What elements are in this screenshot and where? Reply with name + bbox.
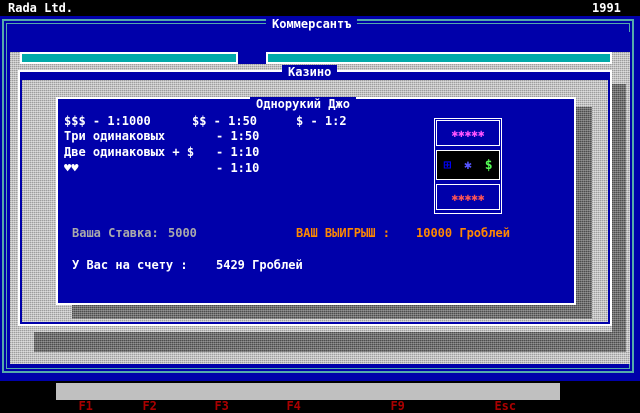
teal-panel-left bbox=[20, 52, 238, 64]
main-window-title: Коммерсантъ bbox=[266, 17, 358, 31]
reel-row-bottom: ✱✱✱✱✱ bbox=[436, 184, 500, 210]
main-window-header-strip bbox=[10, 32, 630, 52]
reel-symbol-right: $ bbox=[484, 157, 493, 173]
teal-panel-gap bbox=[238, 52, 266, 64]
reel-symbol-center: ✱ bbox=[464, 157, 472, 173]
menu-item-exchange[interactable]: F3-Биржа bbox=[200, 385, 272, 413]
menu-label-secretary: -Секретарь bbox=[404, 399, 478, 413]
teal-panel-right bbox=[266, 52, 612, 64]
menu-label-economy: -Хозяйство bbox=[300, 399, 374, 413]
menu-item-economy[interactable]: F4-Хозяйство bbox=[272, 385, 373, 413]
account-label: У Вас на счету : bbox=[72, 258, 188, 272]
payout-double-dollar: $$ - 1:50 bbox=[192, 114, 258, 128]
payout-hearts-label: ♥♥ bbox=[64, 161, 79, 175]
menu-item-market[interactable]: F2-Рынок bbox=[128, 385, 200, 413]
menu-label-bank: -Банк bbox=[92, 399, 130, 413]
reel-row-top: ✱✱✱✱✱ bbox=[436, 120, 500, 146]
menu-key-f4: F4 bbox=[286, 399, 301, 413]
reel-symbols-top: ✱✱✱✱✱ bbox=[451, 126, 485, 140]
game-window-title: Однорукий Джо bbox=[250, 97, 356, 111]
year-label: 1991 bbox=[592, 1, 621, 15]
company-name: Rada Ltd. bbox=[8, 1, 74, 15]
menu-label-exchange: -Биржа bbox=[228, 399, 273, 413]
menu-key-f2: F2 bbox=[142, 399, 157, 413]
game-window-shadow-right bbox=[576, 107, 592, 319]
menu-label-exit: -Выход bbox=[516, 399, 560, 413]
top-status-bar bbox=[0, 0, 640, 16]
menu-item-secretary[interactable]: F9-Секретарь bbox=[376, 385, 477, 413]
payout-two-same-value: - 1:10 bbox=[216, 145, 260, 159]
menu-key-f1: F1 bbox=[78, 399, 93, 413]
payout-single-dollar: $ - 1:2 bbox=[296, 114, 347, 128]
reel-symbol-left: ⊞ bbox=[443, 157, 452, 173]
casino-shadow-bottom bbox=[34, 332, 626, 352]
reel-symbols-bottom: ✱✱✱✱✱ bbox=[451, 190, 485, 204]
reel-row-middle: ⊞ ✱ $ bbox=[436, 150, 500, 180]
payout-hearts-value: - 1:10 bbox=[216, 161, 260, 175]
menu-key-esc: Esc bbox=[494, 399, 517, 413]
casino-shadow-right bbox=[612, 84, 626, 352]
bet-label: Ваша Ставка: bbox=[72, 226, 159, 240]
game-window-shadow-bottom bbox=[72, 305, 592, 319]
win-label: ВАШ ВЫИГРЫШ : bbox=[296, 226, 390, 240]
menu-key-f9: F9 bbox=[390, 399, 405, 413]
payout-three-same-value: - 1:50 bbox=[216, 129, 260, 143]
bet-value[interactable]: 5000 bbox=[168, 226, 197, 240]
menu-item-bank[interactable]: F1-Банк bbox=[64, 385, 129, 413]
menu-key-f3: F3 bbox=[214, 399, 229, 413]
win-value: 10000 Гроблей bbox=[416, 226, 510, 240]
payout-two-same-label: Две одинаковых + $ bbox=[64, 145, 195, 159]
account-value: 5429 Гроблей bbox=[216, 258, 303, 272]
payout-three-same-label: Три одинаковых bbox=[64, 129, 166, 143]
menu-item-exit[interactable]: Esc-Выход bbox=[480, 385, 559, 413]
casino-window-title: Казино bbox=[282, 65, 338, 79]
payout-triple-dollar: $$$ - 1:1000 bbox=[64, 114, 151, 128]
menu-label-market: -Рынок bbox=[156, 399, 201, 413]
